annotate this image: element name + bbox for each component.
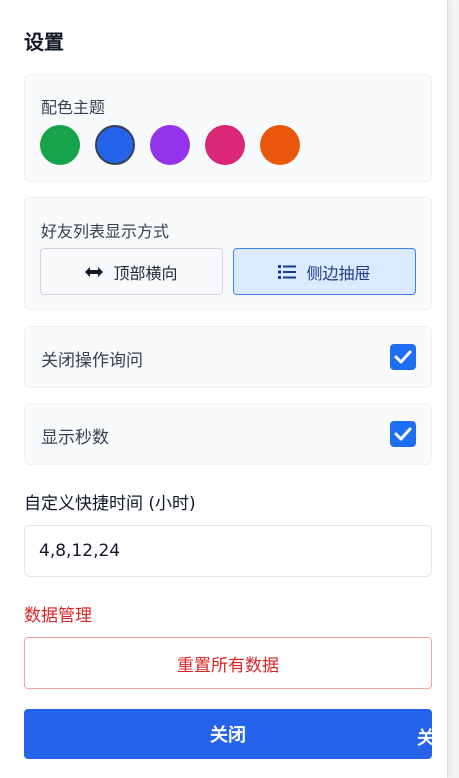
top-horizontal-label: 顶部横向: [113, 263, 178, 283]
side-drawer-button[interactable]: 侧边抽屉: [233, 248, 416, 295]
horizontal-arrows-icon: [85, 266, 104, 278]
data-management-label: 数据管理: [24, 606, 92, 626]
settings-panel: 设置 配色主题 好友列表显示方式 顶部横向 侧边抽屉 关闭操作询问 显示秒数 自…: [0, 0, 447, 778]
checkmark-icon: [394, 350, 412, 364]
panel-title: 设置: [24, 30, 64, 54]
background-page-edge: [447, 0, 459, 778]
confirm-close-label: 关闭操作询问: [41, 351, 143, 371]
close-button[interactable]: 关闭: [24, 709, 432, 759]
theme-swatch-purple[interactable]: [150, 125, 190, 165]
shortcut-time-input[interactable]: [24, 525, 432, 577]
list-icon: [278, 264, 297, 279]
confirm-close-row: 关闭操作询问: [24, 326, 432, 388]
show-seconds-checkbox[interactable]: [390, 421, 416, 447]
theme-swatch-blue[interactable]: [95, 125, 135, 165]
reset-all-data-button[interactable]: 重置所有数据: [24, 637, 432, 689]
background-close-text: 关: [417, 728, 435, 749]
theme-label: 配色主题: [41, 98, 106, 117]
theme-swatch-green[interactable]: [40, 125, 80, 165]
side-drawer-label: 侧边抽屉: [306, 263, 371, 283]
shortcut-time-label: 自定义快捷时间 (小时): [24, 494, 196, 514]
show-seconds-row: 显示秒数: [24, 403, 432, 465]
confirm-close-checkbox[interactable]: [390, 344, 416, 370]
friends-display-card: 好友列表显示方式 顶部横向 侧边抽屉: [24, 197, 432, 310]
checkmark-icon: [394, 427, 412, 441]
page: 设置 配色主题 好友列表显示方式 顶部横向 侧边抽屉 关闭操作询问 显示秒数 自…: [0, 0, 459, 778]
theme-swatch-pink[interactable]: [205, 125, 245, 165]
show-seconds-label: 显示秒数: [41, 428, 109, 448]
theme-swatch-orange[interactable]: [260, 125, 300, 165]
friends-display-label: 好友列表显示方式: [41, 222, 170, 241]
theme-card: 配色主题: [24, 74, 432, 182]
top-horizontal-button[interactable]: 顶部横向: [40, 248, 223, 295]
